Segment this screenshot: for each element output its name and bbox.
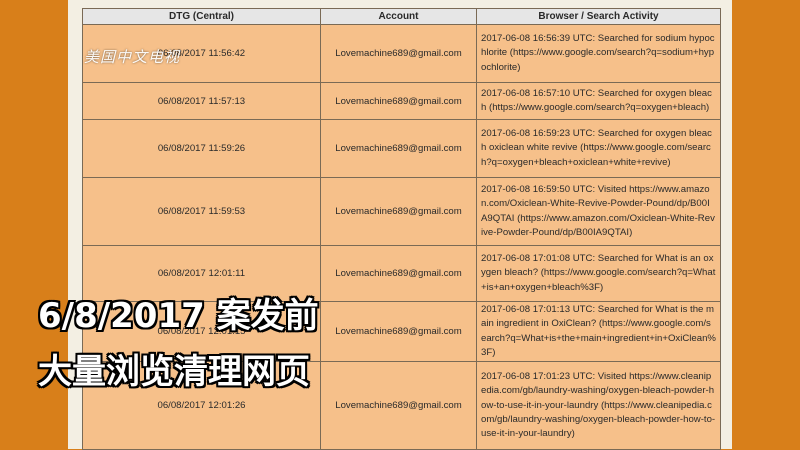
table-row: 06/08/2017 11:59:26 Lovemachine689@gmail… — [82, 119, 721, 178]
activity-cell: 2017-06-08 17:01:23 UTC: Visited https:/… — [476, 361, 721, 450]
dtg-cell: 06/08/2017 12:01:11 — [82, 245, 321, 302]
dtg-cell: 06/08/2017 11:59:26 — [82, 119, 321, 178]
account-cell: Lovemachine689@gmail.com — [320, 361, 477, 450]
channel-watermark: 美国中文电视 — [84, 48, 181, 66]
column-header-activity: Browser / Search Activity — [476, 8, 721, 25]
account-cell: Lovemachine689@gmail.com — [320, 82, 477, 120]
table-header-row: DTG (Central) Account Browser / Search A… — [82, 8, 721, 25]
activity-cell: 2017-06-08 17:01:13 UTC: Searched for Wh… — [476, 300, 721, 363]
caption-line-1: 6/8/2017 案发前 — [38, 296, 319, 336]
account-cell: Lovemachine689@gmail.com — [320, 300, 477, 363]
account-cell: Lovemachine689@gmail.com — [320, 24, 477, 83]
activity-cell: 2017-06-08 16:57:10 UTC: Searched for ox… — [476, 82, 721, 120]
table-row: 06/08/2017 12:01:11 Lovemachine689@gmail… — [82, 245, 721, 302]
account-cell: Lovemachine689@gmail.com — [320, 177, 477, 246]
activity-cell: 2017-06-08 16:59:50 UTC: Visited https:/… — [476, 177, 721, 246]
account-cell: Lovemachine689@gmail.com — [320, 245, 477, 302]
account-cell: Lovemachine689@gmail.com — [320, 119, 477, 178]
activity-cell: 2017-06-08 16:59:23 UTC: Searched for ox… — [476, 119, 721, 178]
table-row: 06/08/2017 11:57:13 Lovemachine689@gmail… — [82, 82, 721, 120]
activity-cell: 2017-06-08 16:56:39 UTC: Searched for so… — [476, 24, 721, 83]
caption-line-2: 大量浏览清理网页 — [38, 352, 310, 392]
column-header-account: Account — [320, 8, 477, 25]
dtg-cell: 06/08/2017 11:59:53 — [82, 177, 321, 246]
dtg-cell: 06/08/2017 11:57:13 — [82, 82, 321, 120]
column-header-dtg: DTG (Central) — [82, 8, 321, 25]
table-row: 06/08/2017 11:59:53 Lovemachine689@gmail… — [82, 177, 721, 246]
activity-cell: 2017-06-08 17:01:08 UTC: Searched for Wh… — [476, 245, 721, 302]
